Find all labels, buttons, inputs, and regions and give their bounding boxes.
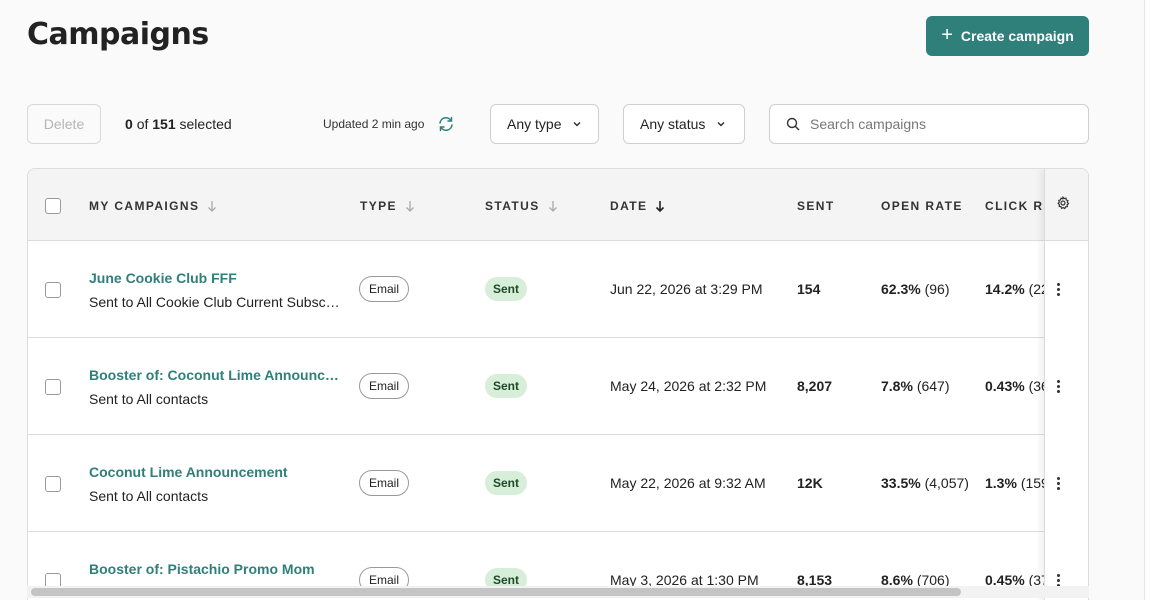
open-rate-value: 33.5% <box>881 475 921 491</box>
open-rate-cell: 7.8% (647) <box>881 378 950 394</box>
col-label: OPEN RATE <box>881 199 963 213</box>
sort-icon <box>548 201 557 212</box>
gear-icon[interactable] <box>1056 196 1070 210</box>
row-menu-icon[interactable] <box>1050 281 1066 297</box>
campaign-audience: Sent to All contacts <box>89 391 209 407</box>
search-icon <box>786 117 800 131</box>
status-filter-value: Any status <box>640 116 706 132</box>
row-menu-icon[interactable] <box>1050 475 1066 491</box>
col-label: MY CAMPAIGNS <box>89 199 200 213</box>
row-menu-icon[interactable] <box>1050 378 1066 394</box>
selected-of: of <box>136 116 149 132</box>
col-date[interactable]: DATE <box>610 199 665 213</box>
delete-button[interactable]: Delete <box>27 104 101 144</box>
table-row[interactable]: June Cookie Club FFF Sent to All Cookie … <box>28 241 1088 338</box>
search-box[interactable] <box>769 104 1089 144</box>
type-filter-value: Any type <box>507 116 562 132</box>
open-rate-value: 62.3% <box>881 281 921 297</box>
sent-cell: 8,207 <box>797 378 833 394</box>
open-count: (4,057) <box>924 475 969 491</box>
col-status[interactable]: STATUS <box>485 199 558 213</box>
chevron-down-icon <box>717 121 725 127</box>
type-badge: Email <box>359 470 410 496</box>
column-settings-header <box>1045 169 1088 241</box>
sent-cell: 154 <box>797 281 821 297</box>
create-campaign-label: Create campaign <box>960 28 1074 44</box>
date-cell: May 24, 2026 at 2:32 PM <box>610 378 767 394</box>
search-input[interactable] <box>810 116 1080 132</box>
chevron-down-icon <box>573 121 582 127</box>
row-checkbox[interactable] <box>45 476 61 492</box>
campaign-name-link[interactable]: Booster of: Pistachio Promo Mom <box>89 561 341 577</box>
right-edge-panel <box>1144 0 1150 600</box>
campaigns-page: Campaigns + Create campaign Delete 0 of … <box>0 0 1144 600</box>
click-rate-value: 14.2% <box>985 281 1025 297</box>
status-badge: Sent <box>485 374 528 398</box>
col-label: DATE <box>610 199 648 213</box>
open-rate-cell: 62.3% (96) <box>881 281 950 297</box>
click-rate-cell: 1.3% (159 <box>985 475 1049 491</box>
col-label: TYPE <box>360 199 397 213</box>
campaign-name-link[interactable]: Coconut Lime Announcement <box>89 464 341 480</box>
row-actions-column <box>1044 169 1088 600</box>
table-header: MY CAMPAIGNS TYPE STATUS DATE SENT OPEN … <box>28 169 1088 241</box>
page-title: Campaigns <box>27 17 209 52</box>
sort-icon <box>405 201 414 212</box>
click-rate-value: 0.43% <box>985 378 1025 394</box>
plus-icon: + <box>941 24 953 46</box>
updated-timestamp: Updated 2 min ago <box>323 117 425 131</box>
campaign-name-link[interactable]: June Cookie Club FFF <box>89 270 341 286</box>
campaigns-table: MY CAMPAIGNS TYPE STATUS DATE SENT OPEN … <box>27 168 1089 600</box>
sent-cell: 12K <box>797 475 823 491</box>
campaign-name-link[interactable]: Booster of: Coconut Lime Announcement <box>89 367 341 383</box>
col-type[interactable]: TYPE <box>360 199 415 213</box>
col-sent: SENT <box>797 199 835 213</box>
table-row[interactable]: Coconut Lime Announcement Sent to All co… <box>28 435 1088 532</box>
select-all-checkbox[interactable] <box>45 198 61 214</box>
status-badge: Sent <box>485 277 528 301</box>
type-badge: Email <box>359 276 410 302</box>
click-rate-cell: 0.43% (36 <box>985 378 1049 394</box>
refresh-icon[interactable] <box>437 115 455 133</box>
selection-count: 0 of 151 selected <box>125 116 232 132</box>
type-filter-dropdown[interactable]: Any type <box>490 104 599 144</box>
type-badge: Email <box>359 373 410 399</box>
status-filter-dropdown[interactable]: Any status <box>623 104 745 144</box>
open-count: (647) <box>916 378 950 394</box>
status-badge: Sent <box>485 471 528 495</box>
open-rate-cell: 33.5% (4,057) <box>881 475 969 491</box>
col-my-campaigns[interactable]: MY CAMPAIGNS <box>89 199 217 213</box>
horizontal-scrollbar-thumb[interactable] <box>31 588 961 596</box>
click-rate-cell: 14.2% (22 <box>985 281 1049 297</box>
open-count: (96) <box>924 281 950 297</box>
row-checkbox[interactable] <box>45 282 61 298</box>
col-open-rate: OPEN RATE <box>881 199 963 213</box>
row-checkbox[interactable] <box>45 379 61 395</box>
create-campaign-button[interactable]: + Create campaign <box>926 16 1089 56</box>
click-rate-value: 1.3% <box>985 475 1017 491</box>
col-label: SENT <box>797 199 835 213</box>
sort-desc-icon <box>656 201 665 212</box>
table-row[interactable]: Booster of: Coconut Lime Announcement Se… <box>28 338 1088 435</box>
selected-suffix: selected <box>179 116 232 132</box>
open-rate-value: 7.8% <box>881 378 913 394</box>
campaign-audience: Sent to All Cookie Club Current Subscrib… <box>89 294 341 310</box>
sort-icon <box>208 201 217 212</box>
campaign-audience: Sent to All contacts <box>89 488 209 504</box>
selected-number: 0 <box>125 116 133 132</box>
date-cell: May 22, 2026 at 9:32 AM <box>610 475 766 491</box>
selected-total: 151 <box>152 116 176 132</box>
date-cell: Jun 22, 2026 at 3:29 PM <box>610 281 763 297</box>
col-label: STATUS <box>485 199 540 213</box>
